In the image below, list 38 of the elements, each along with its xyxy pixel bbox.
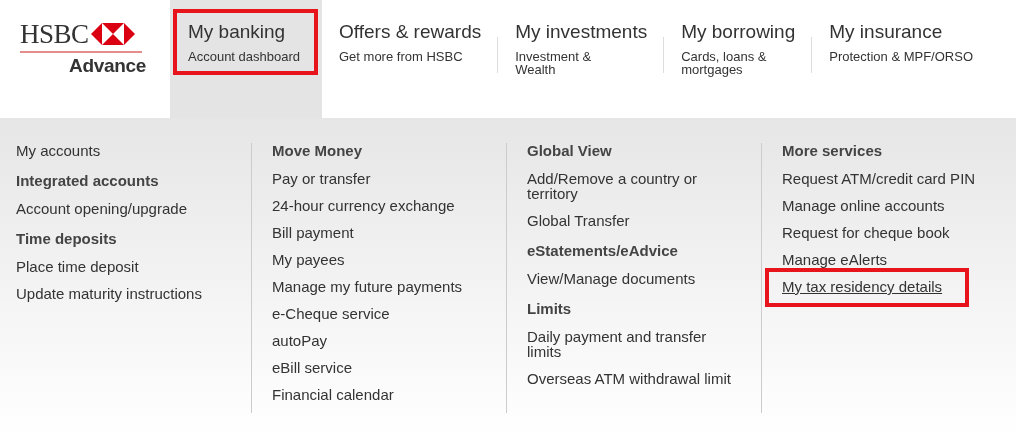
menu-heading: Integrated accounts [16, 173, 159, 189]
menu-link[interactable]: Global Transfer [523, 209, 634, 232]
menu-heading: eStatements/eAdvice [527, 243, 678, 259]
menu-link[interactable]: Request ATM/credit card PIN [778, 167, 980, 190]
menu-link[interactable]: Place time deposit [12, 255, 143, 278]
nav-tab[interactable]: My investments Investment & Wealth [500, 5, 663, 91]
hexagon-logo-icon [90, 23, 135, 45]
menu-link[interactable]: eBill service [268, 356, 357, 379]
nav-tab[interactable]: My borrowing Cards, loans & mortgages [666, 5, 811, 91]
brand-tier-text: Advance [69, 55, 147, 77]
menu-link[interactable]: e-Cheque service [268, 302, 394, 325]
nav-tab[interactable]: Offers & rewards Get more from HSBC [324, 5, 497, 78]
menu-link[interactable]: Update maturity instructions [12, 282, 206, 305]
menu-heading: Limits [527, 301, 572, 317]
menu-link[interactable]: Daily payment and transfer limits [523, 325, 745, 363]
menu-heading: Move Money [272, 143, 362, 159]
menu-link[interactable]: Pay or transfer [268, 167, 375, 190]
menu-link[interactable]: Bill payment [268, 221, 358, 244]
menu-link[interactable]: My tax residency details [765, 268, 970, 307]
menu-link[interactable]: View/Manage documents [523, 267, 700, 290]
nav-tab[interactable]: My banking Account dashboard [173, 9, 318, 75]
menu-link[interactable]: Financial calendar [268, 383, 398, 406]
menu-link[interactable]: Account opening/upgrade [12, 197, 191, 220]
menu-link[interactable]: 24-hour currency exchange [268, 194, 459, 217]
nav-tab[interactable]: My insurance Protection & MPF/ORSO [814, 5, 988, 78]
menu-heading: More services [782, 143, 883, 159]
menu-heading: Global View [527, 143, 612, 159]
menu-link[interactable]: autoPay [268, 329, 332, 352]
menu-link[interactable]: My payees [268, 248, 349, 271]
menu-link[interactable]: Manage my future payments [268, 275, 467, 298]
menu-link[interactable]: Overseas ATM withdrawal limit [523, 367, 735, 390]
menu-link[interactable]: Add/Remove a country or territory [523, 167, 745, 205]
brand-name: HSBC [20, 20, 89, 48]
menu-link[interactable]: My accounts [12, 139, 105, 162]
menu-heading: Time deposits [16, 231, 117, 247]
menu-link[interactable]: Manage eAlerts [778, 248, 892, 271]
menu-link[interactable]: Manage online accounts [778, 194, 949, 217]
menu-link[interactable]: Request for cheque book [778, 221, 954, 244]
